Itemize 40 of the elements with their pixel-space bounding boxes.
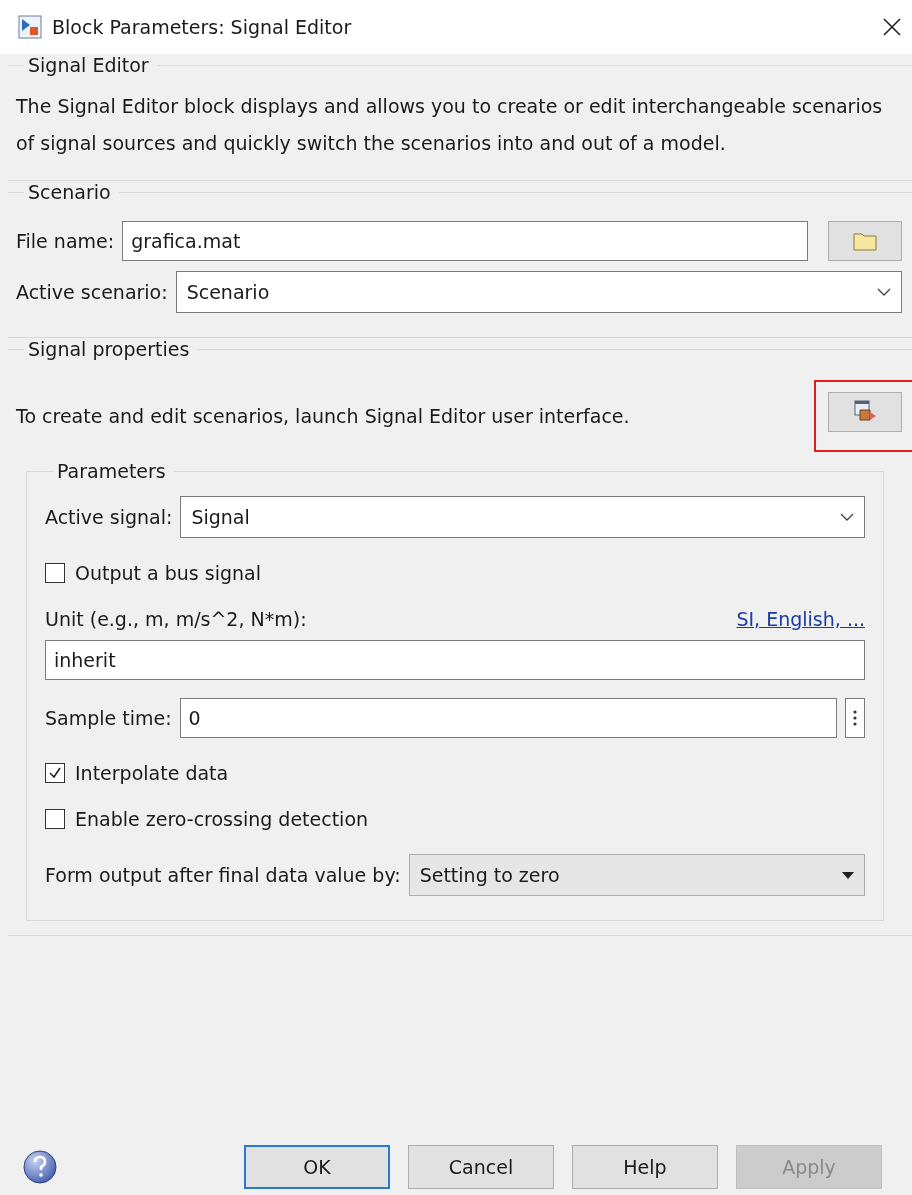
- launch-editor-button[interactable]: [828, 392, 902, 432]
- checkbox-label: Enable zero-crossing detection: [75, 808, 369, 830]
- close-icon[interactable]: [882, 17, 902, 37]
- dialog-button[interactable]: Cancel: [408, 1145, 554, 1189]
- block-icon: [18, 15, 42, 39]
- file-name-field[interactable]: grafica.mat: [122, 221, 808, 261]
- form-output-dropdown[interactable]: Setting to zero: [408, 854, 865, 896]
- folder-icon: [852, 230, 878, 252]
- window-title: Block Parameters: Signal Editor: [52, 16, 353, 38]
- checkbox[interactable]: [45, 809, 65, 829]
- group-title: Signal Editor: [27, 54, 150, 76]
- units-link[interactable]: SI, English, ...: [736, 608, 865, 630]
- chevron-down-icon: [840, 512, 854, 522]
- field-label: Sample time:: [45, 707, 172, 729]
- editor-icon: [852, 400, 878, 424]
- group-title: Signal properties: [27, 338, 191, 360]
- checkbox-label: Interpolate data: [75, 762, 229, 784]
- group-title: Scenario: [27, 181, 112, 203]
- field-label: Active signal:: [45, 506, 173, 528]
- group-title: Parameters: [56, 460, 167, 482]
- more-options-button[interactable]: [845, 698, 865, 738]
- active-signal-dropdown[interactable]: Signal: [180, 496, 865, 538]
- chevron-down-icon: [877, 287, 891, 297]
- help-icon[interactable]: [22, 1149, 58, 1185]
- sample-time-field[interactable]: 0: [179, 698, 837, 738]
- checkbox[interactable]: [45, 763, 65, 783]
- unit-field[interactable]: inherit: [45, 640, 865, 680]
- field-label: Unit (e.g., m, m/s^2, N*m):: [45, 608, 307, 630]
- field-label: Active scenario:: [16, 281, 168, 303]
- field-label: File name:: [16, 230, 115, 252]
- launch-text: To create and edit scenarios, launch Signal Editor user interface.: [16, 405, 630, 427]
- active-scenario-dropdown[interactable]: Scenario: [175, 271, 902, 313]
- dialog-button[interactable]: OK: [244, 1145, 390, 1189]
- field-label: Form output after final data value by:: [45, 864, 401, 886]
- dialog-button[interactable]: Help: [572, 1145, 718, 1189]
- triangle-down-icon: [842, 871, 854, 879]
- description-text: The Signal Editor block displays and allows you to create or edit interchangeable scenarios of signal sources and quickly switch the scenarios into and out of a model.: [16, 94, 884, 156]
- checkbox[interactable]: [45, 563, 65, 583]
- vertical-dots-icon: [853, 710, 857, 726]
- checkbox-label: Output a bus signal: [75, 562, 261, 584]
